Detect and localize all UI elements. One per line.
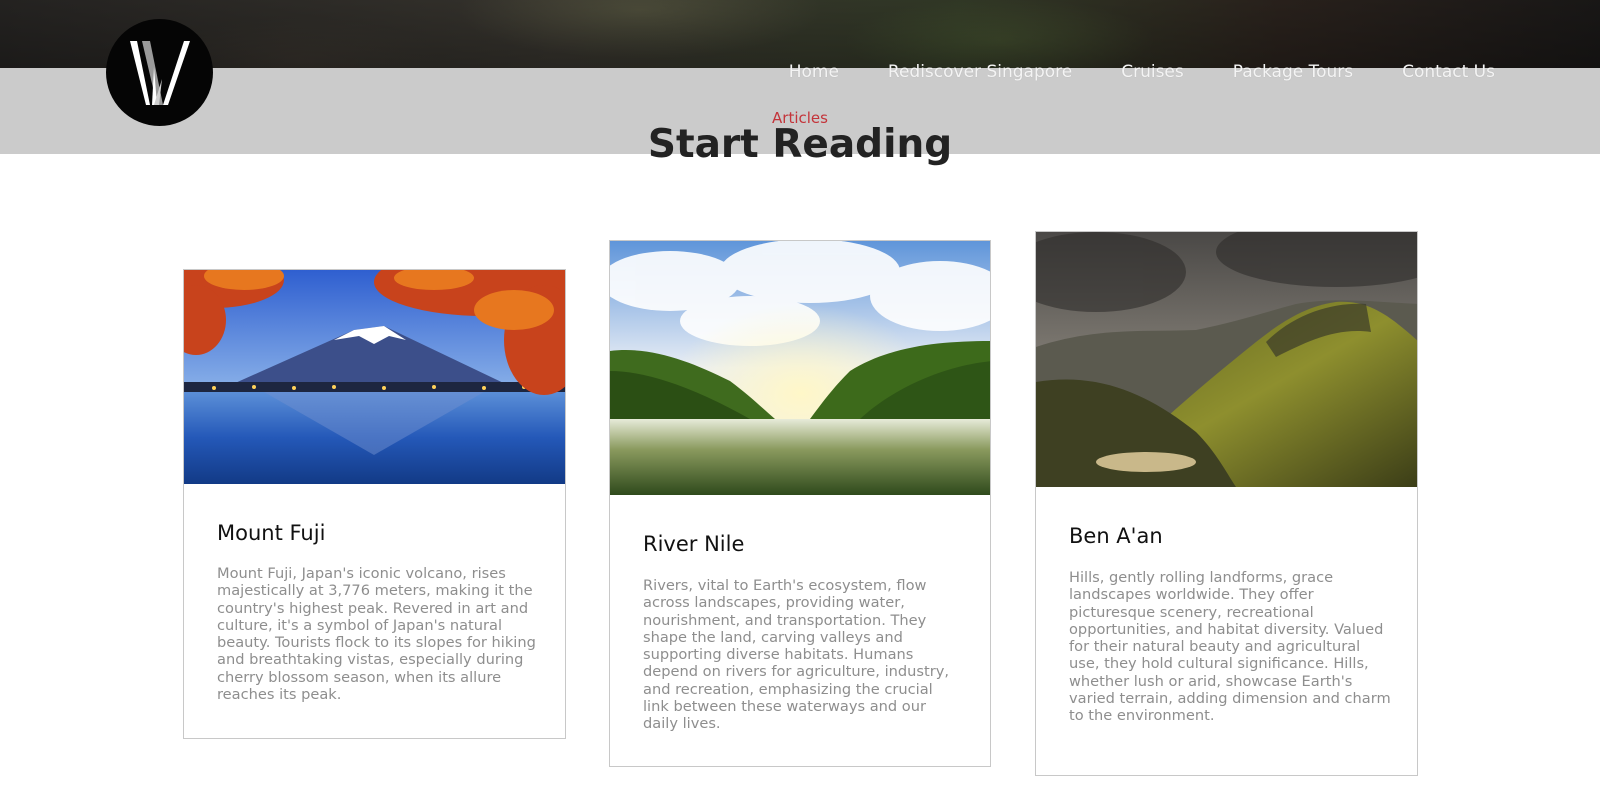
card-title[interactable]: Ben A'an: [1069, 524, 1163, 548]
nav-package-tours[interactable]: Package Tours: [1233, 62, 1353, 82]
card-title[interactable]: Mount Fuji: [217, 521, 325, 545]
nav-contact-us[interactable]: Contact Us: [1402, 62, 1495, 82]
article-card-ben-aan[interactable]: Ben A'an Hills, gently rolling landforms…: [1035, 231, 1418, 776]
main-nav: Home Rediscover Singapore Cruises Packag…: [789, 62, 1495, 82]
ben-aan-image: [1036, 232, 1417, 487]
card-text: Hills, gently rolling landforms, grace l…: [1069, 569, 1391, 725]
nav-home[interactable]: Home: [789, 62, 839, 82]
card-title[interactable]: River Nile: [643, 532, 744, 556]
card-text: Mount Fuji, Japan's iconic volcano, rise…: [217, 565, 536, 704]
nav-rediscover-singapore[interactable]: Rediscover Singapore: [888, 62, 1072, 82]
article-card-mount-fuji[interactable]: Mount Fuji Mount Fuji, Japan's iconic vo…: [183, 269, 566, 739]
card-text: Rivers, vital to Earth's ecosystem, flow…: [643, 577, 949, 733]
river-nile-image: [610, 241, 990, 495]
section-title: Start Reading: [647, 122, 953, 167]
article-card-river-nile[interactable]: River Nile Rivers, vital to Earth's ecos…: [609, 240, 991, 767]
nav-cruises[interactable]: Cruises: [1121, 62, 1184, 82]
mount-fuji-image: [184, 270, 565, 484]
hero-background: [0, 0, 1600, 68]
